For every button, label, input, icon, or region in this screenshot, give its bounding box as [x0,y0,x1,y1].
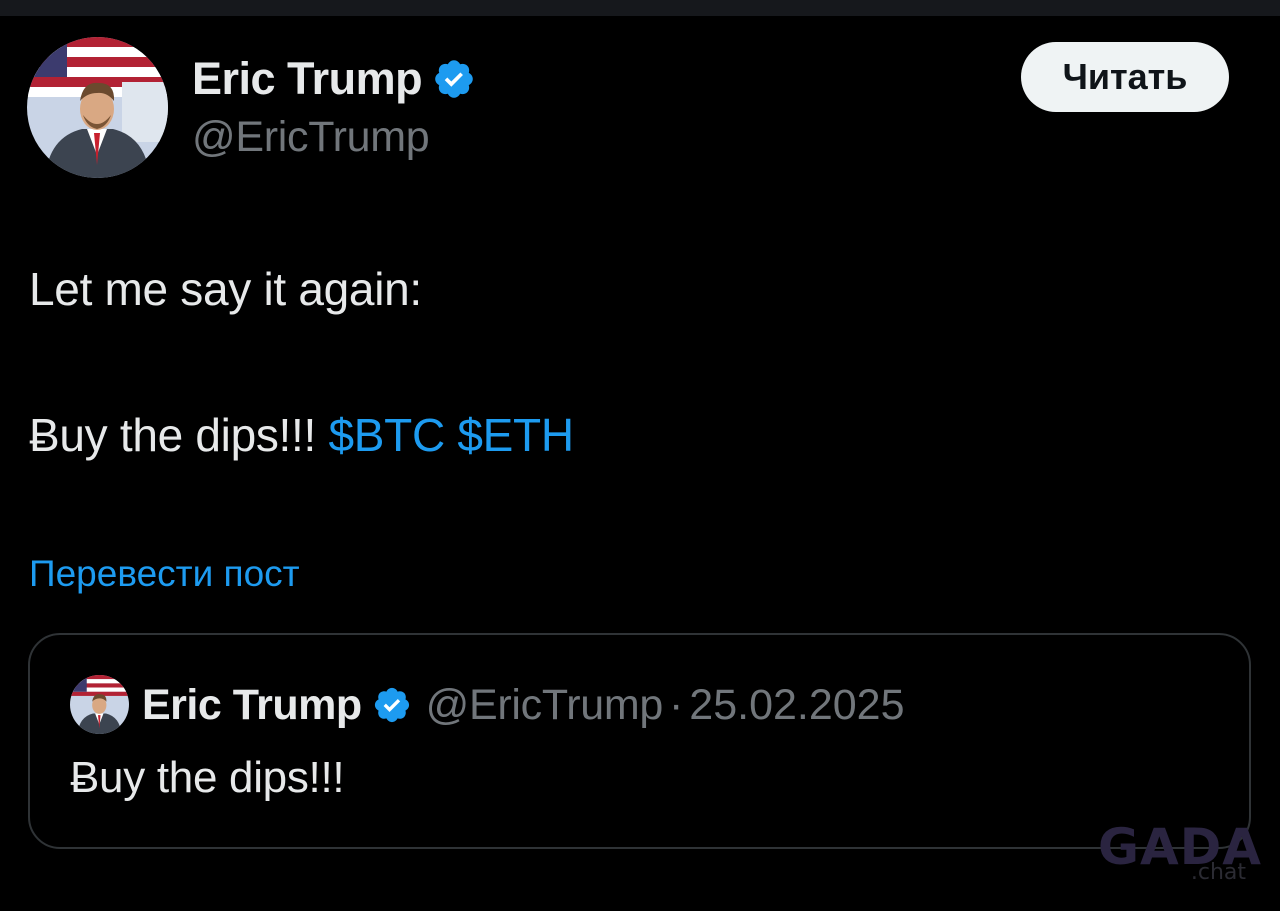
status-strip [0,0,1280,16]
watermark-logo: GADA .chat [1098,818,1261,888]
quoted-author-display-name[interactable]: Eric Trump [142,681,362,730]
post-text-line-1: Let me say it again: [29,263,422,315]
translate-post-link[interactable]: Перевести пост [29,553,300,595]
quoted-author-avatar[interactable] [70,675,129,734]
post-text-line-2: Ƀuy the dips!!! $BTC $ETH [29,408,574,462]
verified-badge-icon[interactable] [432,57,476,101]
author-display-name[interactable]: Eric Trump [192,53,423,105]
cashtag-btc-link[interactable]: $BTC [328,409,445,461]
quoted-post-text: Ƀuy the dips!!! [70,753,345,802]
verified-badge-icon [372,685,412,725]
follow-button[interactable]: Читать [1021,42,1229,112]
separator-dot: · [668,680,684,729]
watermark-sub-text: .chat [1190,860,1246,885]
author-handle[interactable]: @EricTrump [192,113,430,162]
quoted-post-card[interactable]: Eric Trump @EricTrump · 25.02.2025 Ƀuy t… [28,633,1251,849]
quoted-post-header: Eric Trump @EricTrump · 25.02.2025 [142,677,905,733]
quoted-author-handle[interactable]: @EricTrump [426,681,664,730]
post-text-main: Ƀuy the dips!!! [29,409,329,461]
author-avatar[interactable] [27,37,168,178]
quoted-post-date[interactable]: 25.02.2025 [689,681,904,730]
cashtag-eth-link[interactable]: $ETH [457,409,574,461]
author-name-row: Eric Trump [192,52,476,106]
